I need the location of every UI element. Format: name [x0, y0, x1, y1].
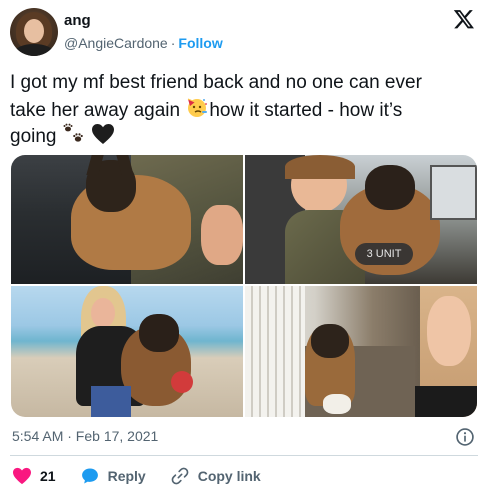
- author-block: ang @AngieCardone · Follow: [64, 11, 223, 53]
- paw-prints-icon: [63, 123, 83, 142]
- photo-beach-with-dog[interactable]: [11, 286, 243, 417]
- tweet-line-3: going: [10, 123, 478, 149]
- reply-label: Reply: [107, 468, 146, 484]
- photo-porch-dog-selfie[interactable]: [245, 286, 477, 417]
- info-icon[interactable]: [455, 427, 475, 447]
- tweet-line-3-text: going: [10, 126, 57, 147]
- link-icon: [171, 467, 189, 485]
- tweet-line-2a: take her away again: [10, 100, 181, 121]
- author-handle[interactable]: @AngieCardone: [64, 35, 168, 51]
- reply-bubble-icon: [81, 468, 98, 484]
- separator-dot: ·: [170, 35, 176, 51]
- tweet-line-1: I got my mf best friend back and no one …: [10, 72, 422, 93]
- follow-button[interactable]: Follow: [178, 35, 222, 51]
- x-logo-icon[interactable]: [453, 8, 475, 30]
- photo-dog-camo-hug[interactable]: [11, 155, 243, 284]
- author-handle-row: @AngieCardone · Follow: [64, 33, 223, 53]
- author-display-name[interactable]: ang: [64, 11, 223, 31]
- like-button[interactable]: 21: [12, 467, 56, 485]
- media-grid[interactable]: 3 UNIT: [11, 155, 477, 417]
- reply-button[interactable]: Reply: [80, 466, 146, 486]
- copy-link-label: Copy link: [197, 468, 261, 484]
- avatar[interactable]: [10, 8, 58, 56]
- tweet-text: I got my mf best friend back and no one …: [10, 70, 478, 149]
- tweet-line-2: take her away again how it started - how…: [10, 95, 478, 123]
- tweet-header: ang @AngieCardone · Follow: [10, 8, 479, 58]
- like-count: 21: [40, 468, 56, 484]
- tweet-line-2b: how it started - how it’s: [209, 100, 403, 121]
- party-face-icon: [188, 98, 208, 117]
- tweet-card: ang @AngieCardone · Follow I got my mf bes…: [0, 0, 489, 486]
- photo-soldier-with-dog[interactable]: 3 UNIT: [245, 155, 477, 284]
- black-heart-icon: [92, 124, 115, 144]
- footer-divider: [10, 455, 478, 456]
- heart-icon: [13, 467, 31, 485]
- copy-link-button[interactable]: Copy link: [170, 466, 261, 486]
- action-bar: 21 Reply Copy link: [12, 466, 285, 486]
- tweet-timestamp[interactable]: 5:54 AM · Feb 17, 2021: [12, 428, 158, 444]
- k9-patch-label: 3 UNIT: [355, 243, 413, 265]
